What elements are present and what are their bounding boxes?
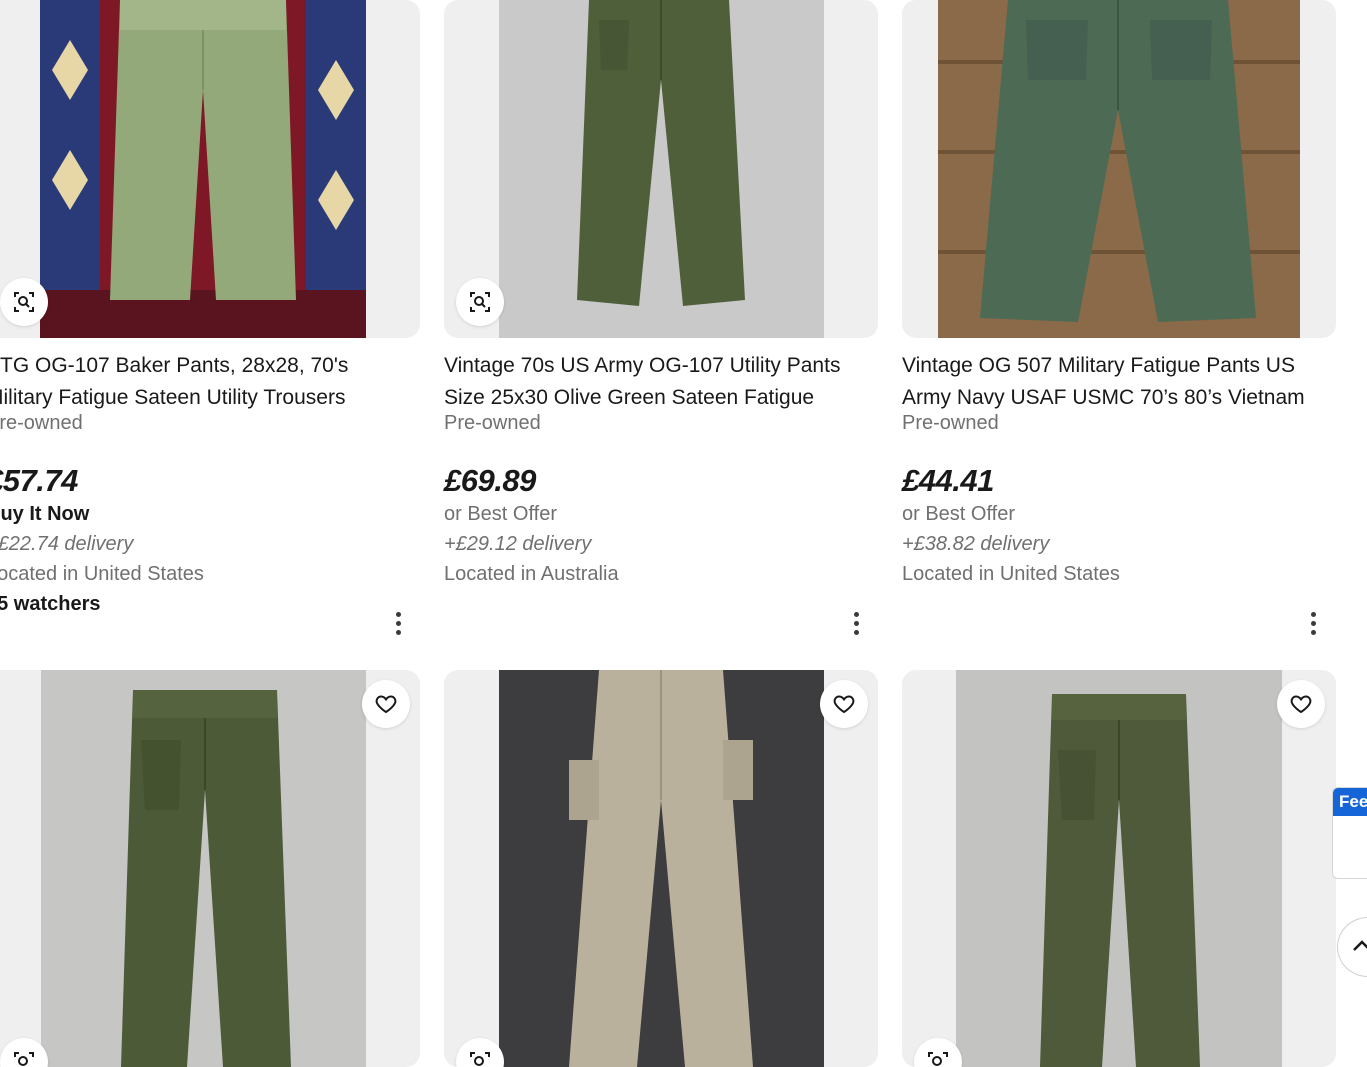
price: £69.89 <box>444 463 536 498</box>
heart-icon <box>375 695 397 714</box>
chevron-up-icon <box>1353 940 1367 951</box>
listing-title-line: Military Fatigue Sateen Utility Trousers <box>0 386 346 409</box>
product-photo <box>938 0 1300 338</box>
buying-format: Buy It Now <box>0 503 90 525</box>
watchers-count: 25 watchers <box>0 593 101 615</box>
heart-icon <box>833 695 855 714</box>
item-location: Located in United States <box>0 563 204 585</box>
listing-title-line: Vintage OG 507 Military Fatigue Pants US <box>902 354 1295 377</box>
listing-title-line: Army Navy USAF USMC 70’s 80’s Vietnam <box>902 386 1305 409</box>
item-location: Located in United States <box>902 563 1120 585</box>
more-actions-button[interactable] <box>388 606 408 640</box>
visual-search-icon <box>470 292 490 312</box>
buying-format: or Best Offer <box>444 503 558 525</box>
heart-icon <box>1290 695 1312 714</box>
more-vertical-icon <box>395 611 401 617</box>
listing-title[interactable]: Vintage 70s US Army OG-107 Utility Pants… <box>444 350 884 414</box>
visual-search-button[interactable] <box>456 278 504 326</box>
more-actions-button[interactable] <box>1303 606 1323 640</box>
back-to-top-button[interactable] <box>1337 917 1367 977</box>
more-vertical-icon <box>853 611 859 617</box>
listing-title[interactable]: Vintage OG 507 Military Fatigue Pants US… <box>902 350 1342 414</box>
listing-image[interactable] <box>902 0 1336 338</box>
price: £44.41 <box>902 463 994 498</box>
feedback-label: Feedback <box>1333 788 1367 816</box>
delivery-cost: +£22.74 delivery <box>0 533 134 555</box>
listing-title-line: VTG OG-107 Baker Pants, 28x28, 70's <box>0 354 349 377</box>
listing-image[interactable] <box>0 0 420 338</box>
visual-search-icon <box>14 292 34 312</box>
condition-label: Pre-owned <box>444 412 541 434</box>
listing-title-line: Vintage 70s US Army OG-107 Utility Pants <box>444 354 841 377</box>
listing-image[interactable] <box>0 670 420 1067</box>
visual-search-button[interactable] <box>914 1038 962 1067</box>
delivery-cost: +£38.82 delivery <box>902 533 1050 555</box>
listing-image[interactable] <box>444 670 878 1067</box>
listing-title[interactable]: VTG OG-107 Baker Pants, 28x28, 70's Mili… <box>0 350 426 414</box>
feedback-tab[interactable]: Feedback <box>1332 787 1367 879</box>
product-photo <box>41 670 366 1067</box>
visual-search-icon <box>470 1052 490 1067</box>
item-location: Located in Australia <box>444 563 619 585</box>
visual-search-icon <box>14 1052 34 1067</box>
product-photo <box>956 670 1282 1067</box>
visual-search-button[interactable] <box>0 278 48 326</box>
visual-search-button[interactable] <box>456 1038 504 1067</box>
listing-image[interactable] <box>902 670 1336 1067</box>
watch-button[interactable] <box>820 680 868 728</box>
more-actions-button[interactable] <box>846 606 866 640</box>
listing-title-line: Size 25x30 Olive Green Sateen Fatigue <box>444 386 815 409</box>
watch-button[interactable] <box>362 680 410 728</box>
product-photo <box>499 670 824 1067</box>
condition-label: Pre-owned <box>902 412 999 434</box>
visual-search-icon <box>928 1052 948 1067</box>
condition-label: Pre-owned <box>0 412 83 434</box>
product-photo <box>40 0 366 338</box>
delivery-cost: +£29.12 delivery <box>444 533 592 555</box>
product-photo <box>499 0 824 338</box>
price: £57.74 <box>0 463 78 498</box>
buying-format: or Best Offer <box>902 503 1016 525</box>
listing-image[interactable] <box>444 0 878 338</box>
more-vertical-icon <box>1310 611 1316 617</box>
watch-button[interactable] <box>1277 680 1325 728</box>
